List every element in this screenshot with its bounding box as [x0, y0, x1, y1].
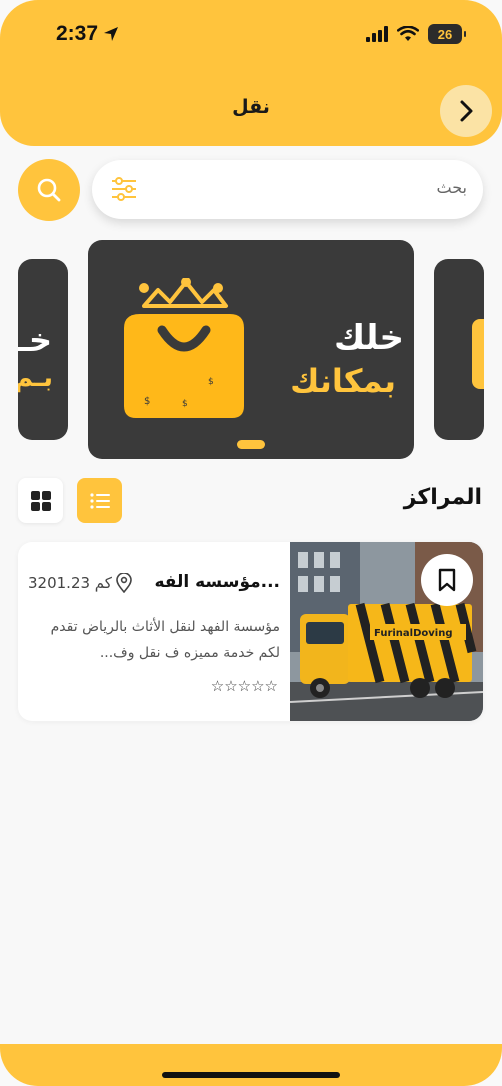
bottom-bar	[0, 1044, 502, 1086]
shopping-bag-icon	[472, 319, 484, 389]
banner-headline: خلك	[333, 318, 404, 358]
battery-indicator: 26	[428, 24, 466, 44]
carousel-indicator	[237, 440, 265, 449]
svg-text:$: $	[208, 377, 214, 387]
list-icon	[89, 492, 110, 509]
location-pin-icon	[116, 573, 132, 593]
svg-text:$: $	[144, 396, 150, 407]
center-name: مؤسسه الفه...	[154, 572, 280, 592]
wifi-icon	[397, 26, 419, 41]
home-indicator	[162, 1072, 340, 1078]
search-input[interactable]: بحث	[92, 160, 483, 219]
banner-slide-next[interactable]	[434, 259, 484, 440]
bookmark-icon	[438, 568, 456, 592]
status-icons: 26	[366, 24, 466, 44]
svg-text:FurinalDoving: FurinalDoving	[374, 628, 453, 639]
shopping-bag-crown-icon: $ $ $	[124, 278, 244, 418]
filter-icon[interactable]	[110, 176, 138, 206]
bookmark-button[interactable]	[421, 554, 473, 606]
signal-icon	[366, 26, 388, 42]
back-button[interactable]	[440, 85, 492, 137]
center-distance: 3201.23 كم	[28, 573, 132, 593]
status-time: 2:37	[56, 22, 120, 46]
search-icon	[37, 178, 61, 202]
banner-side-text-1: خـ	[18, 321, 52, 359]
banner-slide-active[interactable]: $ $ $ خلك بمكانك	[88, 240, 414, 459]
location-arrow-icon	[104, 27, 119, 41]
banner-slide-previous[interactable]: خـ بـم	[18, 259, 68, 440]
truck-image: FurinalDoving	[289, 542, 483, 721]
grid-icon	[30, 490, 51, 511]
search-placeholder: بحث	[436, 178, 468, 197]
app-screen: 2:37 26 نقل بحث خـ بـم $ $ $ خلك بمكانك …	[0, 0, 502, 1086]
section-title: المراكز	[403, 485, 482, 510]
center-description: مؤسسة الفهد لنقل الأثاث بالرياض تقدم لكم…	[50, 619, 280, 661]
list-view-toggle[interactable]	[77, 478, 122, 523]
chevron-right-icon	[460, 100, 473, 122]
svg-text:$: $	[182, 399, 188, 409]
center-card[interactable]: FurinalDoving مؤسسه الفه... 3201.23 كم م…	[18, 542, 483, 721]
distance-value: 3201.23 كم	[28, 574, 112, 592]
search-button[interactable]	[18, 159, 80, 221]
page-title: نقل	[232, 96, 270, 118]
banner-side-text-2: بـم	[18, 363, 54, 393]
header: 2:37 26 نقل	[0, 0, 502, 146]
star-rating: ☆☆☆☆☆	[210, 677, 278, 695]
grid-view-toggle[interactable]	[18, 478, 63, 523]
banner-subheadline: بمكانك	[290, 362, 396, 400]
